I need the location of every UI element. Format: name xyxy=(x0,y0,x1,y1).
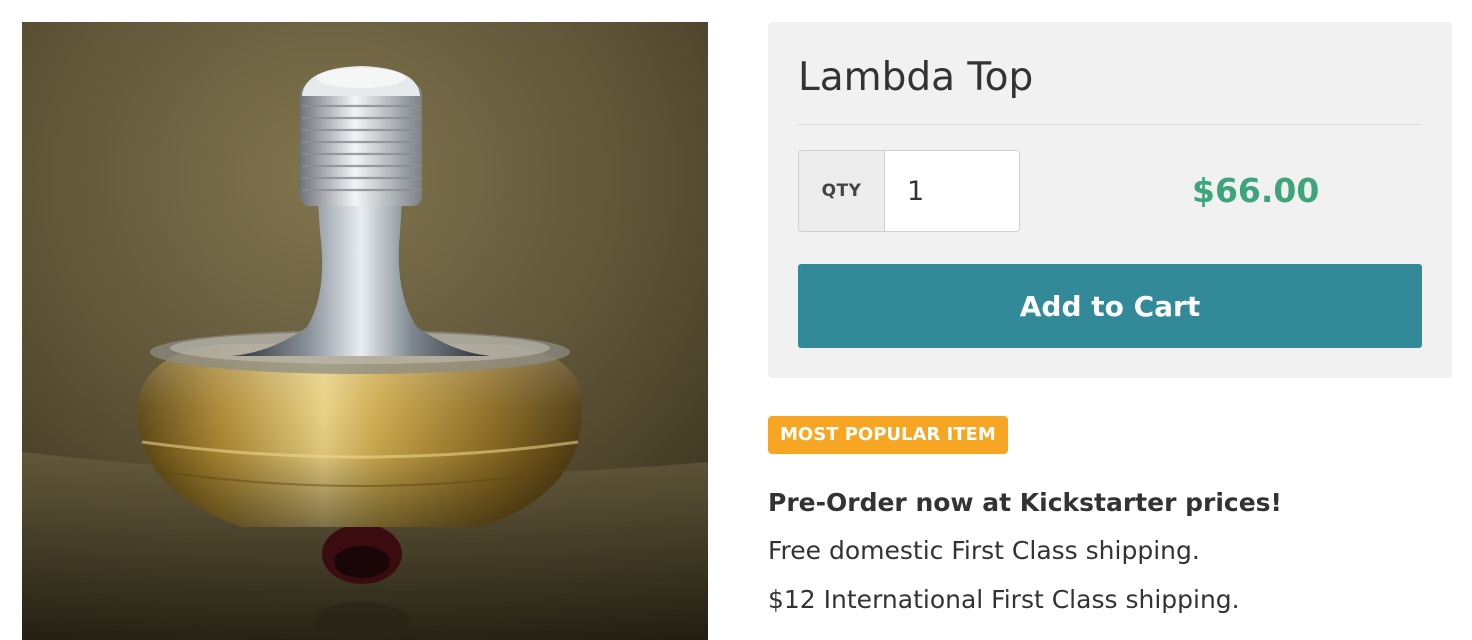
product-photo xyxy=(22,22,708,640)
product-price: $66.00 xyxy=(1192,171,1320,210)
quantity-input[interactable] xyxy=(885,151,1019,231)
product-title: Lambda Top xyxy=(798,55,1034,100)
add-to-cart-button[interactable]: Add to Cart xyxy=(798,264,1422,348)
quantity-control: QTY xyxy=(798,150,1020,232)
most-popular-badge: MOST POPULAR ITEM xyxy=(768,416,1008,454)
product-image xyxy=(22,22,708,640)
title-divider xyxy=(798,124,1422,125)
purchase-panel: Lambda Top QTY $66.00 Add to Cart xyxy=(768,22,1452,378)
preorder-heading: Pre-Order now at Kickstarter prices! xyxy=(768,488,1282,517)
quantity-label: QTY xyxy=(799,151,885,231)
shipping-international-text: $12 International First Class shipping. xyxy=(768,585,1240,614)
product-page: Lambda Top QTY $66.00 Add to Cart MOST P… xyxy=(0,0,1472,640)
shipping-domestic-text: Free domestic First Class shipping. xyxy=(768,536,1200,565)
